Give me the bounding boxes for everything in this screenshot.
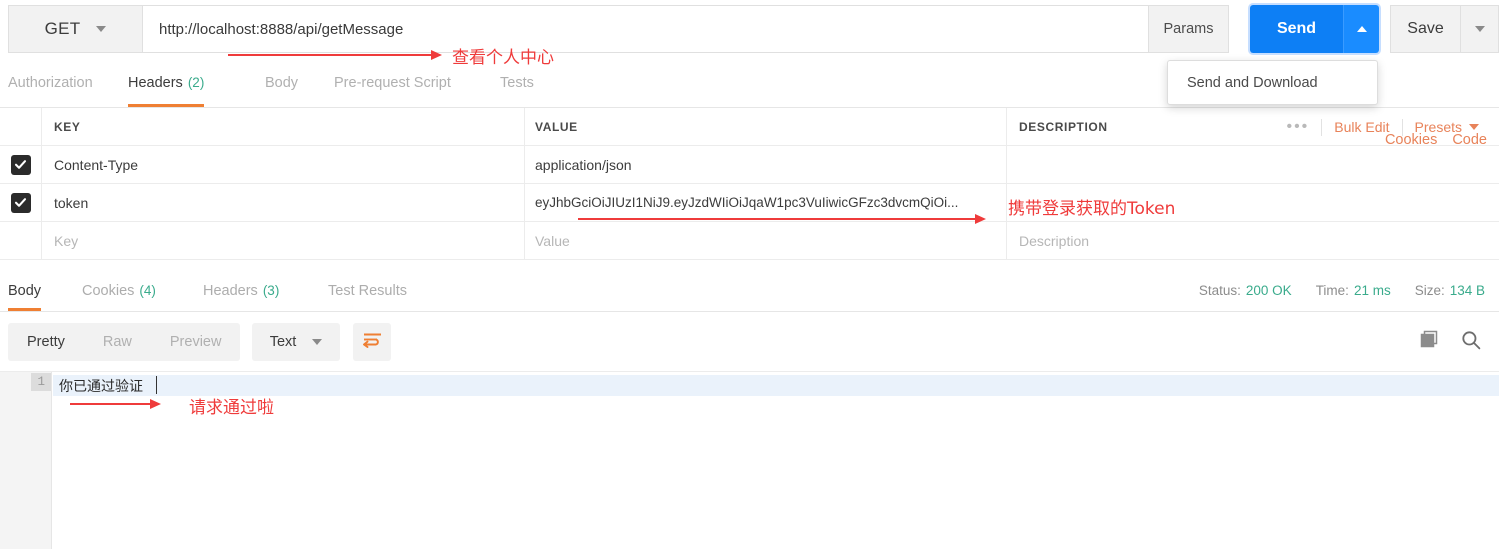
checkbox-checked-icon[interactable]	[10, 154, 31, 175]
tab-label: Body	[8, 282, 42, 299]
tab-label: Headers	[128, 74, 183, 91]
view-mode-raw[interactable]: Raw	[84, 323, 151, 361]
line-number: 1	[31, 373, 51, 391]
header-value[interactable]: application/json	[535, 157, 632, 173]
save-options-button[interactable]	[1460, 5, 1499, 53]
response-body-text[interactable]: 你已通过验证	[59, 376, 143, 396]
bulk-edit-button[interactable]: Bulk Edit	[1322, 119, 1401, 135]
size-metric: Size: 134 B	[1415, 283, 1485, 298]
view-mode-group: Pretty Raw Preview	[8, 323, 241, 361]
column-header-value: VALUE	[535, 119, 578, 134]
size-value: 134 B	[1449, 283, 1485, 298]
http-method-selector[interactable]: GET	[8, 5, 142, 53]
table-toolbar: ••• Bulk Edit Presets	[1274, 108, 1491, 146]
chevron-down-icon	[312, 339, 323, 345]
response-body-viewer: 1	[0, 372, 1499, 549]
line-number-gutter: 1	[0, 372, 52, 549]
header-key[interactable]: Content-Type	[54, 157, 138, 173]
format-selector[interactable]: Text	[252, 323, 340, 361]
tab-label: Body	[265, 74, 299, 91]
header-key[interactable]: token	[54, 195, 88, 211]
checkbox-checked-icon[interactable]	[10, 192, 31, 213]
tab-body[interactable]: Body	[265, 58, 298, 107]
row-checkbox-cell[interactable]	[0, 222, 42, 259]
time-value: 21 ms	[1353, 283, 1391, 298]
active-tab-indicator	[128, 104, 205, 107]
description-placeholder[interactable]: Description	[1019, 233, 1089, 249]
response-tab-body[interactable]: Body	[8, 270, 42, 311]
chevron-down-icon	[96, 26, 107, 32]
send-and-download-menu-item[interactable]: Send and Download	[1167, 60, 1378, 105]
size-label: Size:	[1414, 283, 1445, 298]
more-options-icon[interactable]: •••	[1274, 118, 1321, 136]
row-checkbox-cell[interactable]	[0, 184, 42, 221]
params-button[interactable]: Params	[1149, 5, 1229, 53]
annotation-arrow-url	[228, 50, 442, 60]
response-meta: Status: 200 OK Time: 21 ms Size: 134 B	[1199, 270, 1485, 311]
chevron-up-icon	[1356, 26, 1367, 32]
url-input[interactable]: http://localhost:8888/api/getMessage	[142, 5, 1149, 53]
postman-window: GET http://localhost:8888/api/getMessage…	[0, 0, 1499, 549]
header-value[interactable]: eyJhbGciOiJIUzI1NiJ9.eyJzdWIiOiJqaW1pc3V…	[535, 195, 958, 210]
tab-count: (4)	[139, 283, 156, 298]
tab-tests[interactable]: Tests	[500, 58, 534, 107]
word-wrap-button[interactable]	[353, 323, 391, 361]
save-button[interactable]: Save	[1390, 5, 1460, 53]
chevron-down-icon	[1469, 124, 1479, 130]
column-header-description: DESCRIPTION	[1019, 119, 1108, 134]
presets-label: Presets	[1414, 119, 1462, 135]
format-label: Text	[269, 334, 297, 350]
tab-pre-request-script[interactable]: Pre-request Script	[334, 58, 451, 107]
tab-label: Test Results	[328, 282, 407, 299]
checkbox-column-header	[0, 108, 42, 145]
copy-icon[interactable]	[1420, 330, 1439, 354]
request-url-bar: GET http://localhost:8888/api/getMessage…	[0, 0, 1499, 58]
tab-label: Headers	[203, 282, 258, 299]
search-icon[interactable]	[1461, 330, 1481, 355]
tab-count: (2)	[187, 75, 205, 90]
presets-button[interactable]: Presets	[1403, 119, 1491, 135]
word-wrap-icon	[362, 332, 382, 353]
table-header-row: KEY VALUE DESCRIPTION ••• Bulk Edit Pres…	[0, 108, 1499, 146]
time-label: Time:	[1315, 283, 1349, 298]
annotation-arrow-token	[578, 214, 986, 224]
chevron-down-icon	[1474, 26, 1485, 32]
response-tab-cookies[interactable]: Cookies (4)	[82, 270, 156, 311]
tab-headers[interactable]: Headers (2)	[128, 58, 205, 107]
text-cursor	[156, 376, 157, 394]
send-options-button[interactable]	[1343, 5, 1379, 53]
table-row: Content-Type application/json	[0, 146, 1499, 184]
view-mode-preview[interactable]: Preview	[151, 323, 241, 361]
tab-count: (3)	[262, 283, 280, 298]
body-actions	[1420, 323, 1481, 361]
response-tab-test-results[interactable]: Test Results	[328, 270, 407, 311]
tab-label: Pre-request Script	[334, 74, 451, 91]
send-button[interactable]: Send	[1250, 5, 1343, 53]
status-metric: Status: 200 OK	[1199, 283, 1292, 298]
active-line-highlight	[53, 375, 1499, 396]
value-placeholder[interactable]: Value	[535, 233, 570, 249]
status-label: Status:	[1198, 283, 1241, 298]
send-button-group: Send	[1250, 5, 1379, 53]
tab-label: Tests	[500, 74, 534, 91]
response-body-toolbar: Pretty Raw Preview Text	[0, 312, 1499, 372]
annotation-arrow-body	[70, 399, 161, 409]
view-mode-pretty[interactable]: Pretty	[8, 323, 84, 361]
column-header-key: KEY	[54, 119, 81, 134]
response-tab-headers[interactable]: Headers (3)	[203, 270, 279, 311]
tab-label: Cookies	[82, 282, 135, 299]
tab-authorization[interactable]: Authorization	[8, 58, 93, 107]
headers-table: KEY VALUE DESCRIPTION ••• Bulk Edit Pres…	[0, 108, 1499, 260]
key-placeholder[interactable]: Key	[54, 233, 78, 249]
time-metric: Time: 21 ms	[1316, 283, 1391, 298]
status-value: 200 OK	[1245, 283, 1292, 298]
row-checkbox-cell[interactable]	[0, 146, 42, 183]
response-tabs: Body Cookies (4) Headers (3) Test Result…	[0, 270, 1499, 312]
active-tab-indicator	[8, 308, 42, 311]
table-row-placeholder: Key Value Description	[0, 222, 1499, 260]
tab-label: Authorization	[8, 74, 93, 91]
http-method-label: GET	[44, 19, 81, 38]
